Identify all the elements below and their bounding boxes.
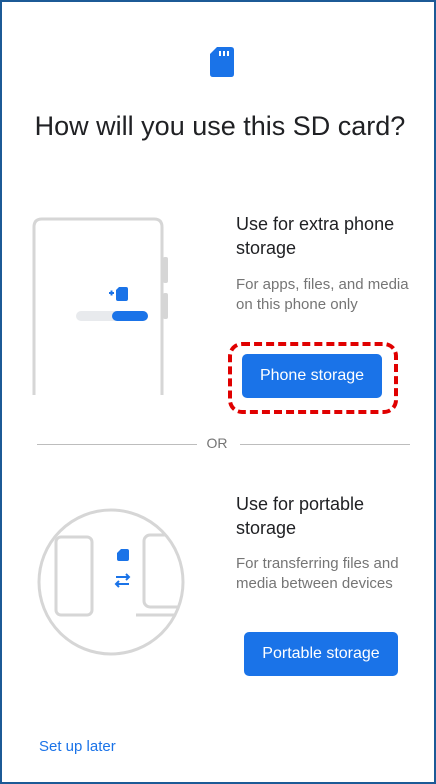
- divider-left: [37, 444, 197, 445]
- phone-illustration: [32, 217, 168, 395]
- portable-storage-heading: Use for portable storage: [236, 494, 365, 538]
- divider-or-label: OR: [206, 435, 228, 451]
- divider-right: [240, 444, 410, 445]
- portable-storage-description: For transferring files and media between…: [236, 555, 399, 592]
- highlight-marker: [228, 342, 398, 414]
- portable-storage-button[interactable]: Portable storage: [244, 632, 398, 676]
- phone-storage-heading: Use for extra phone storage: [236, 214, 395, 258]
- sd-card-icon: [210, 47, 234, 77]
- portable-devices-illustration: [37, 508, 185, 656]
- set-up-later-link[interactable]: Set up later: [39, 738, 116, 755]
- setup-screen: How will you use this SD card? Use for e…: [0, 0, 436, 784]
- page-title: How will you use this SD card?: [34, 111, 406, 141]
- phone-storage-description: For apps, files, and media on this phone…: [236, 276, 409, 313]
